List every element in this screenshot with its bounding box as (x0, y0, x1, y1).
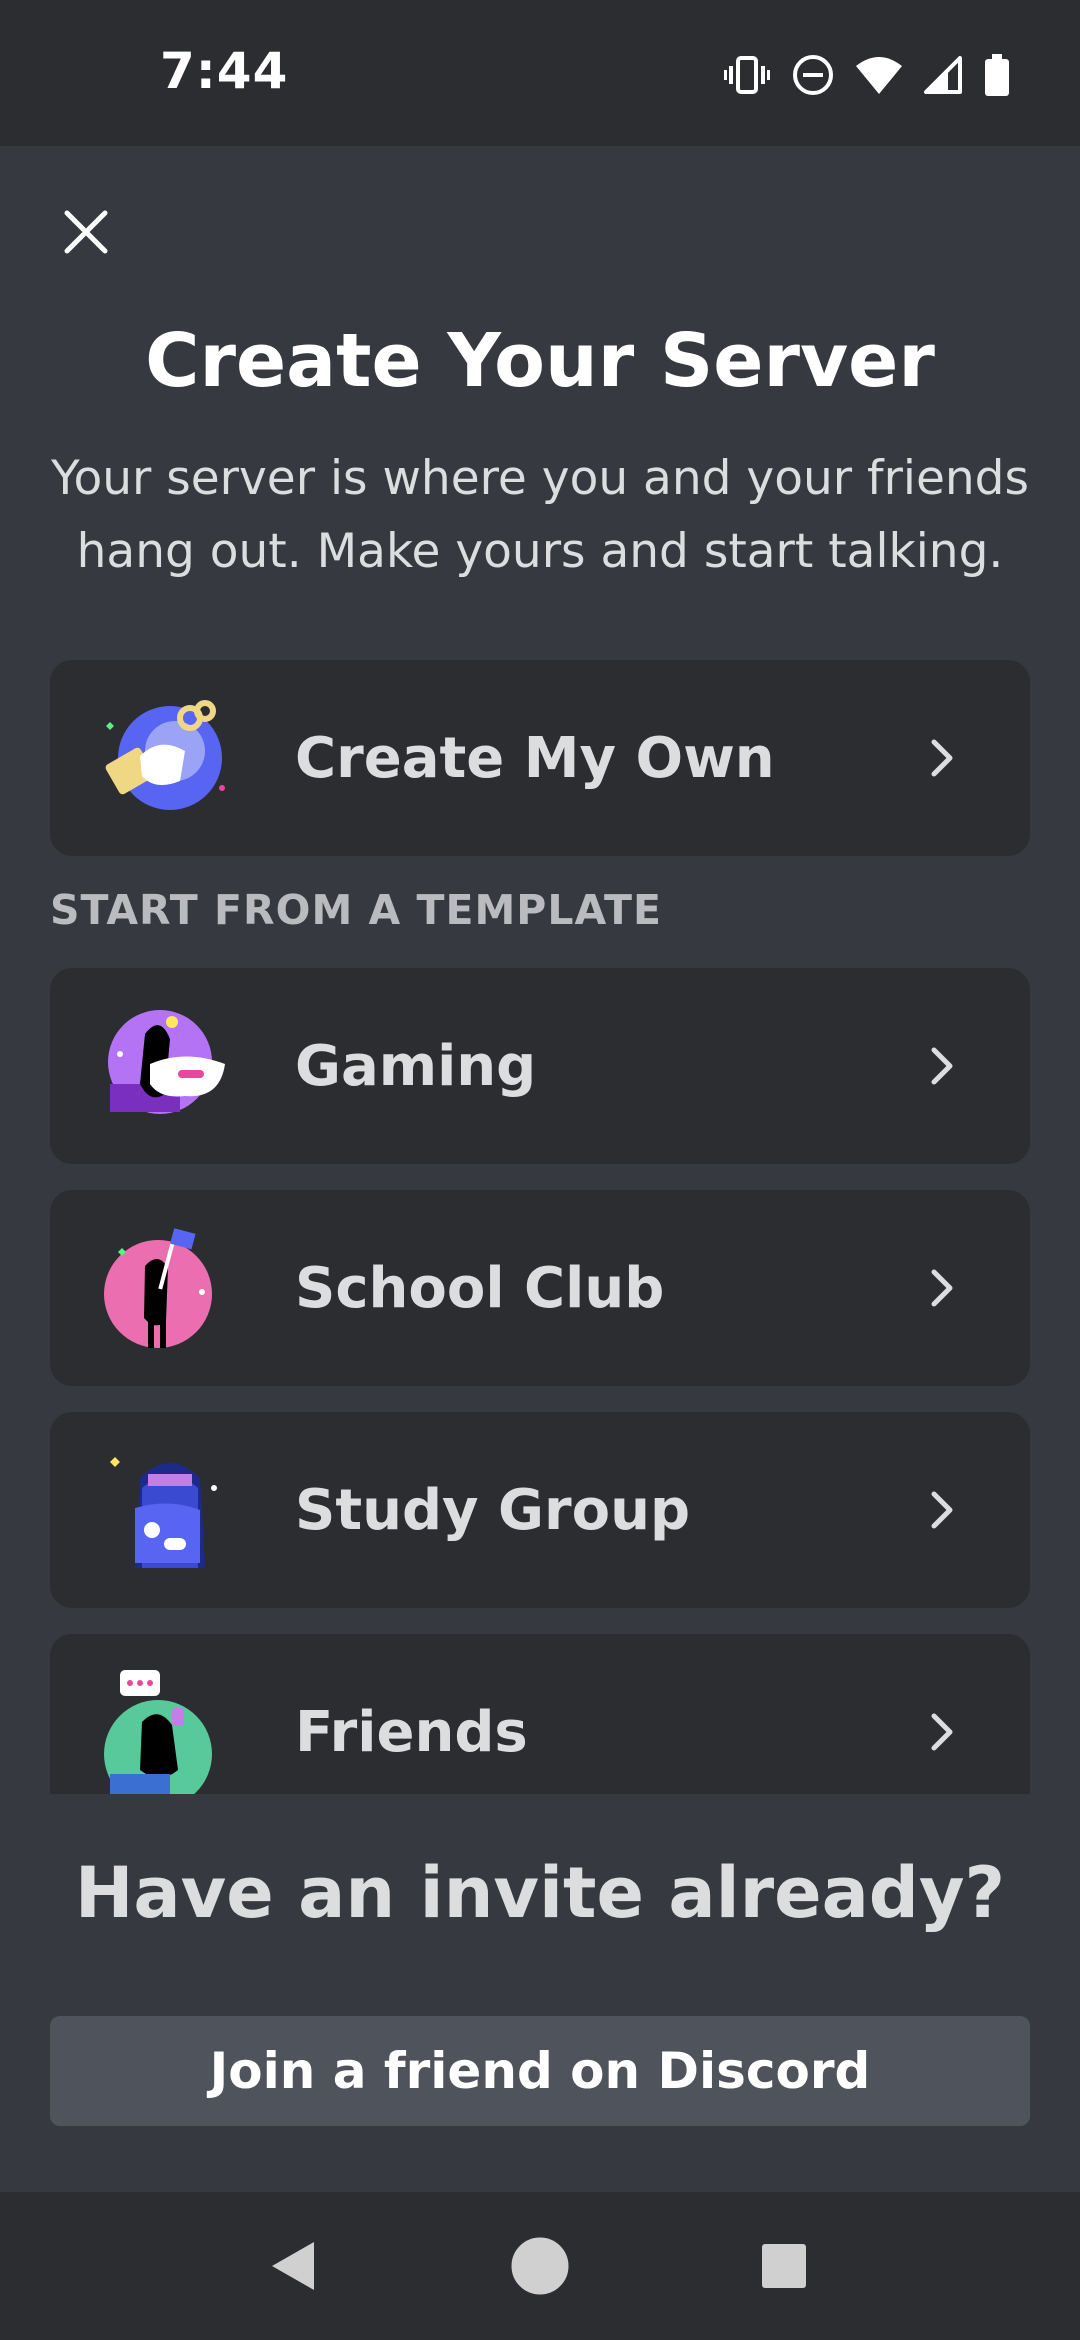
back-icon (272, 2242, 314, 2290)
gaming-illustration-icon (108, 1010, 225, 1114)
chevron-right-icon (931, 1491, 953, 1529)
invite-heading: Have an invite already? (74, 1852, 1006, 1934)
create-my-own-label: Create My Own (295, 725, 775, 791)
template-item-label: Study Group (295, 1477, 691, 1543)
chevron-right-icon (931, 1269, 953, 1307)
close-icon (64, 210, 108, 254)
battery-icon (985, 54, 1009, 96)
template-item-study-group[interactable]: Study Group (50, 1412, 1030, 1608)
create-my-own-button[interactable]: Create My Own (50, 660, 1030, 856)
join-friend-button[interactable]: Join a friend on Discord (50, 2016, 1030, 2126)
cellular-signal-icon (924, 56, 962, 94)
page-subtitle: Your server is where you and your friend… (40, 442, 1040, 588)
do-not-disturb-icon (793, 55, 833, 95)
nav-recents-button[interactable] (748, 2230, 820, 2302)
school-club-illustration-icon (104, 1228, 212, 1348)
wifi-icon (856, 57, 902, 94)
home-icon (511, 2237, 569, 2295)
chevron-right-icon (931, 739, 953, 777)
page-title: Create Your Server (145, 318, 935, 404)
vibrate-icon (724, 56, 770, 94)
template-list: Gaming School Club Study Group Friends (0, 966, 1080, 1794)
template-item-friends[interactable]: Friends (50, 1634, 1030, 1794)
recents-icon (762, 2244, 806, 2288)
status-bar: 7:44 (0, 0, 1080, 146)
create-server-screen: Create Your Server Your server is where … (0, 146, 1080, 2192)
chevron-right-icon (931, 1047, 953, 1085)
status-icons (724, 52, 1010, 98)
subtitle-line-2: hang out. Make yours and start talking. (76, 524, 1004, 579)
template-item-label: Friends (295, 1699, 528, 1765)
close-button[interactable] (50, 196, 122, 268)
subtitle-line-1: Your server is where you and your friend… (50, 451, 1029, 506)
nav-home-button[interactable] (504, 2230, 576, 2302)
template-item-gaming[interactable]: Gaming (50, 968, 1030, 1164)
study-group-illustration-icon (110, 1457, 217, 1568)
nav-back-button[interactable] (256, 2230, 328, 2302)
system-nav-bar (0, 2192, 1080, 2340)
status-time: 7:44 (160, 42, 289, 100)
template-item-school-club[interactable]: School Club (50, 1190, 1030, 1386)
template-item-label: Gaming (295, 1033, 537, 1099)
template-item-label: School Club (295, 1255, 665, 1321)
create-server-illustration-icon (105, 700, 225, 810)
friends-illustration-icon (104, 1670, 212, 1794)
template-section-label: START FROM A TEMPLATE (50, 886, 662, 934)
chevron-right-icon (931, 1713, 953, 1751)
